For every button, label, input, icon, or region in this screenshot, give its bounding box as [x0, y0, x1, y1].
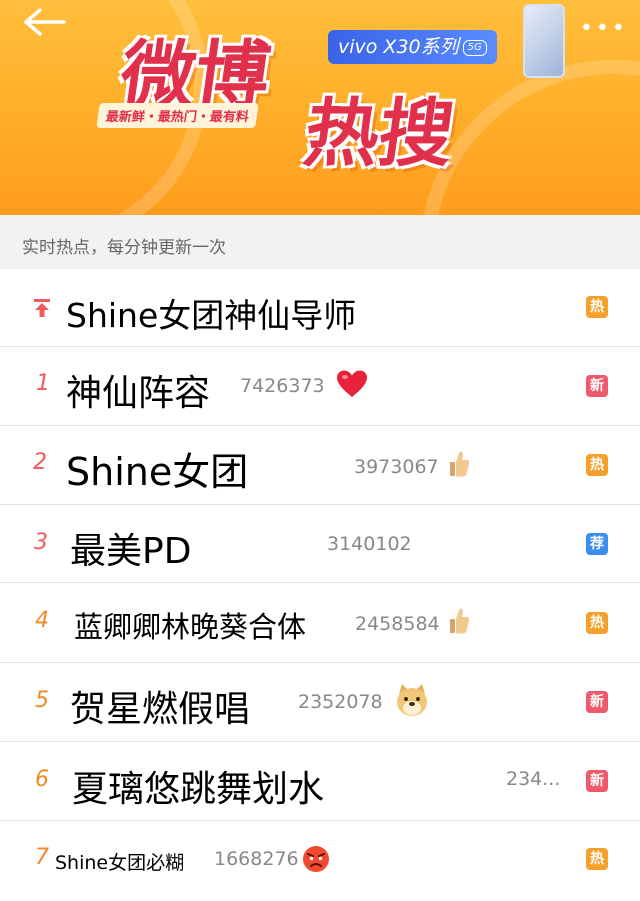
more-options-icon[interactable]: •••	[580, 16, 628, 41]
hot-badge: 热	[586, 612, 608, 634]
item-keyword: Shine女团必糊	[55, 852, 185, 874]
new-badge: 新	[586, 691, 608, 713]
thumbs-up-icon	[450, 608, 470, 634]
new-badge: 新	[586, 375, 608, 397]
hot-badge: 热	[586, 454, 608, 476]
item-keyword: Shine女团神仙导师	[66, 296, 357, 335]
list-item[interactable]: 1 神仙阵容 7426373 新	[0, 347, 640, 426]
item-rank: 3	[34, 530, 48, 555]
item-rank: 6	[35, 767, 49, 792]
new-badge: 新	[586, 770, 608, 792]
banner-slogan: 最新鲜・最热门・最有料	[96, 103, 259, 128]
sponsor-name: vivo X30系列	[338, 36, 459, 58]
banner-slogan-text: 最新鲜・最热门・最有料	[104, 110, 250, 125]
item-rank: 4	[35, 608, 49, 633]
item-rank: 5	[35, 688, 49, 713]
list-item[interactable]: 2 Shine女团 3973067 热	[0, 426, 640, 505]
list-item[interactable]: 5 贺星燃假唱 2352078 新	[0, 663, 640, 742]
thumbs-up-icon	[450, 451, 470, 477]
list-item[interactable]: 3 最美PD 3140102 荐	[0, 505, 640, 583]
angry-icon	[303, 846, 329, 872]
sponsor-badge[interactable]: vivo X30系列 5G	[328, 30, 497, 64]
hot-search-list: Shine女团神仙导师 热 1 神仙阵容 7426373 新 2 Shine女团…	[0, 269, 640, 901]
item-keyword: 最美PD	[70, 531, 192, 572]
update-notice: 实时热点，每分钟更新一次	[0, 215, 640, 269]
recommend-badge: 荐	[586, 533, 608, 555]
item-keyword: Shine女团	[66, 450, 249, 494]
item-keyword: 神仙阵容	[66, 373, 211, 414]
item-keyword: 夏璃悠跳舞划水	[72, 769, 325, 810]
item-rank: 1	[36, 371, 50, 396]
item-keyword: 贺星燃假唱	[70, 689, 251, 730]
banner-title-hot-search: 热搜	[299, 91, 460, 177]
hot-badge: 热	[586, 296, 608, 318]
back-arrow-icon[interactable]	[20, 6, 68, 38]
item-keyword: 蓝卿卿林晚葵合体	[74, 610, 307, 644]
hot-search-banner: ••• 微博 热搜 最新鲜・最热门・最有料 vivo X30系列 5G	[0, 0, 640, 215]
banner-title: 微博 热搜 最新鲜・最热门・最有料 vivo X30系列 5G	[96, 4, 565, 177]
item-count: 1668276	[214, 848, 299, 870]
update-notice-text: 实时热点，每分钟更新一次	[22, 238, 226, 258]
list-item[interactable]: Shine女团神仙导师 热	[0, 269, 640, 347]
hot-badge: 热	[586, 848, 608, 870]
item-count: 234...	[506, 768, 561, 790]
item-count: 3973067	[354, 456, 439, 478]
item-count: 3140102	[327, 533, 412, 555]
item-rank: 2	[33, 450, 47, 475]
item-count: 2352078	[298, 691, 383, 713]
pin-icon	[34, 299, 50, 317]
doge-icon	[397, 684, 427, 716]
heart-icon	[337, 370, 367, 397]
item-count: 7426373	[240, 375, 325, 397]
list-item[interactable]: 6 夏璃悠跳舞划水 234... 新	[0, 742, 640, 821]
item-rank: 7	[35, 845, 49, 870]
list-item[interactable]: 7 Shine女团必糊 1668276 热	[0, 821, 640, 901]
item-count: 2458584	[355, 613, 440, 635]
sponsor-tag: 5G	[462, 39, 487, 56]
list-item[interactable]: 4 蓝卿卿林晚葵合体 2458584 热	[0, 583, 640, 663]
phone-image	[523, 4, 565, 78]
